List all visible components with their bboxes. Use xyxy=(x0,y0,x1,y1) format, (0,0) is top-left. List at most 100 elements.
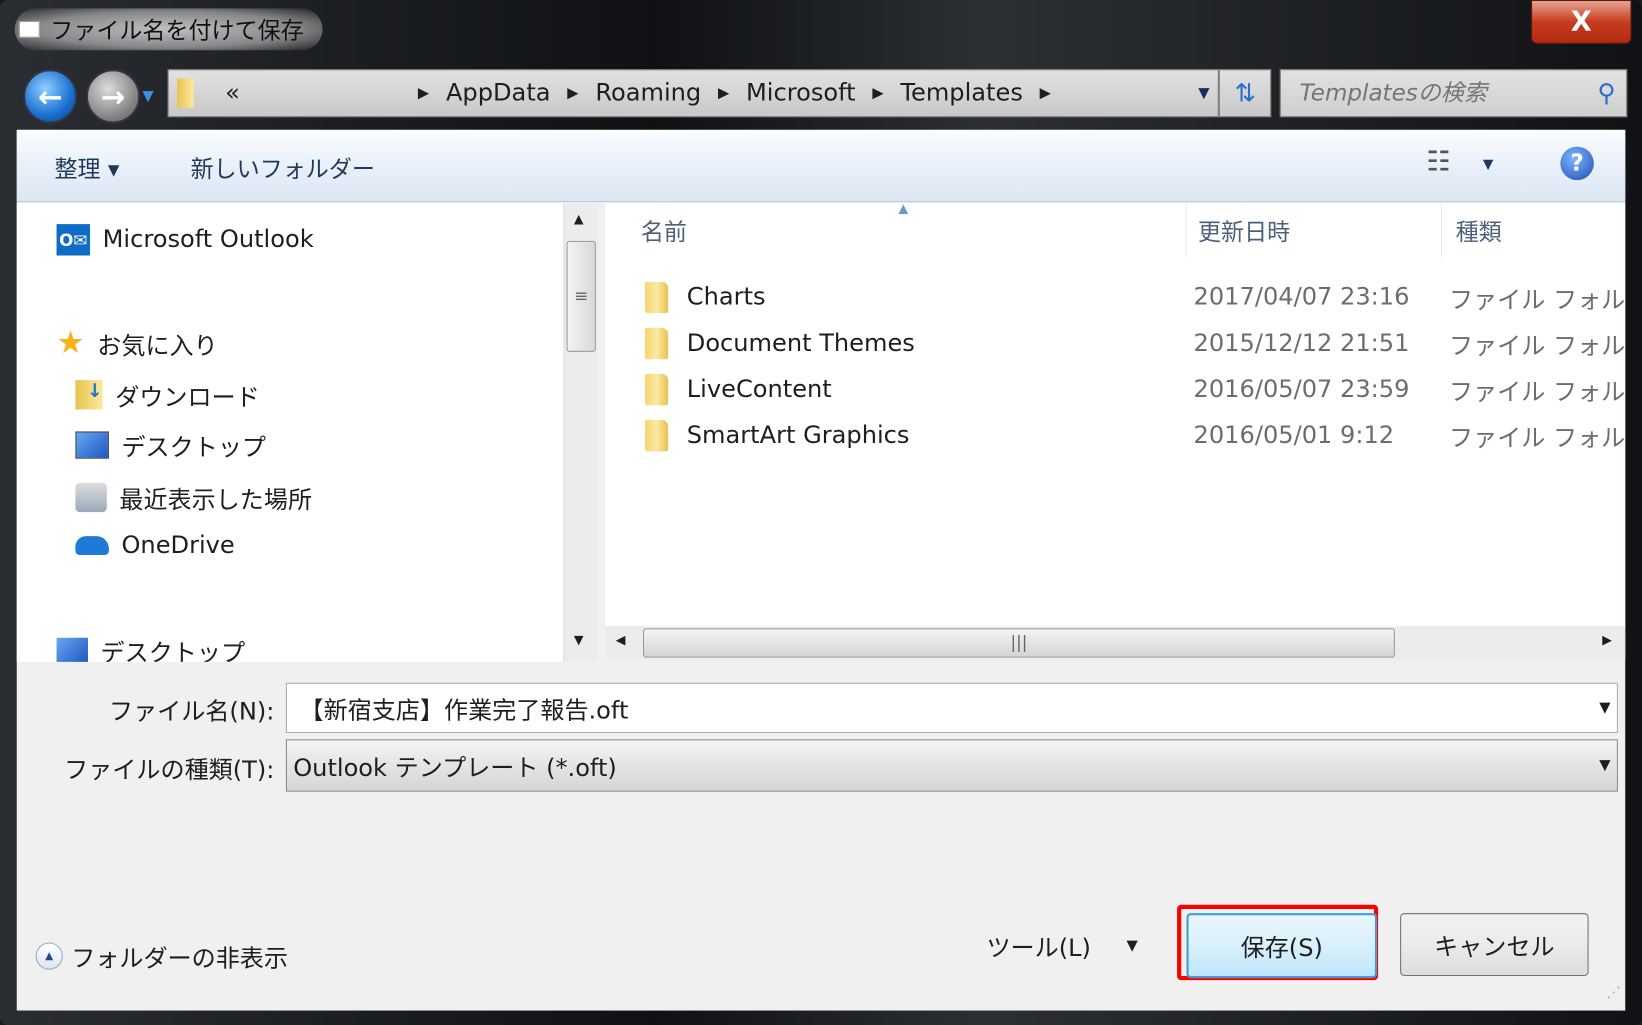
scroll-thumb[interactable]: ||| xyxy=(642,628,1395,658)
toolbar: 整理 ▾ 新しいフォルダー ☷ ▼ ? xyxy=(16,129,1626,203)
nav-item-recent-places[interactable]: 最近表示した場所 xyxy=(75,480,312,516)
recent-places-icon xyxy=(75,482,107,513)
folder-icon xyxy=(176,78,194,108)
chevron-right-icon[interactable]: ▶ xyxy=(718,85,729,102)
nav-item-favorites[interactable]: ★ お気に入り xyxy=(57,325,218,362)
file-name: SmartArt Graphics xyxy=(686,422,910,450)
back-button[interactable]: ← xyxy=(23,69,78,124)
chevron-right-icon[interactable]: ▶ xyxy=(418,85,429,102)
nav-item-label: お気に入り xyxy=(97,332,218,360)
file-name: LiveContent xyxy=(686,375,832,404)
nav-item-desktop-root[interactable]: デスクトップ xyxy=(56,633,246,662)
filetype-dropdown-icon[interactable]: ▼ xyxy=(1599,757,1610,774)
help-icon[interactable]: ? xyxy=(1560,146,1594,181)
folder-icon xyxy=(645,419,668,452)
breadcrumb-appdata[interactable]: AppData xyxy=(446,80,551,107)
breadcrumb-roaming[interactable]: Roaming xyxy=(595,80,701,107)
file-date: 2015/12/12 21:51 xyxy=(1193,329,1410,358)
desktop-icon xyxy=(56,637,88,662)
file-date: 2017/04/07 23:16 xyxy=(1193,283,1410,312)
file-type: ファイル フォル xyxy=(1448,425,1626,453)
nav-item-outlook[interactable]: O✉ Microsoft Outlook xyxy=(56,224,314,256)
nav-item-desktop[interactable]: デスクトップ xyxy=(75,427,266,463)
column-header-type[interactable]: 種類 xyxy=(1441,203,1625,257)
folder-icon xyxy=(645,373,668,406)
scroll-left-icon[interactable]: ◀ xyxy=(616,633,626,648)
scroll-up-icon[interactable]: ▲ xyxy=(574,212,584,227)
chevron-right-icon[interactable]: ▶ xyxy=(872,85,883,102)
hide-folders-toggle[interactable]: ▲ フォルダーの非表示 xyxy=(35,938,288,974)
resize-grip[interactable]: ⋰ xyxy=(1606,984,1621,1001)
nav-item-label: デスクトップ xyxy=(121,434,266,462)
file-row[interactable]: SmartArt Graphics 2016/05/01 9:12 ファイル フォル xyxy=(605,413,1625,459)
filename-dropdown-icon[interactable]: ▼ xyxy=(1599,700,1610,717)
dialog-icon xyxy=(18,20,40,38)
forward-button[interactable]: → xyxy=(85,69,141,124)
view-dropdown-icon[interactable]: ▼ xyxy=(1483,157,1493,173)
search-input[interactable] xyxy=(1297,79,1585,108)
new-folder-button[interactable]: 新しいフォルダー xyxy=(191,151,375,185)
file-name: Document Themes xyxy=(686,329,915,358)
filetype-label: ファイルの種類(T): xyxy=(64,757,275,785)
file-name: Charts xyxy=(686,283,766,312)
folder-icon xyxy=(645,327,668,360)
column-header-name[interactable]: 名前 xyxy=(605,203,1187,258)
nav-item-downloads[interactable]: ↓ ダウンロード xyxy=(75,377,260,413)
breadcrumb-templates[interactable]: Templates xyxy=(900,80,1022,107)
save-button[interactable]: 保存(S) xyxy=(1186,913,1378,979)
nav-item-label: デスクトップ xyxy=(100,639,246,662)
search-box[interactable]: ⚲ xyxy=(1279,69,1628,118)
list-horizontal-scrollbar[interactable]: ◀ ||| ▶ xyxy=(605,626,1626,660)
filetype-select[interactable]: Outlook テンプレート (*.oft) ▼ xyxy=(285,739,1618,792)
refresh-button[interactable]: ⇅ xyxy=(1218,69,1272,118)
breadcrumb-overflow[interactable]: « xyxy=(225,80,240,107)
nav-item-label: OneDrive xyxy=(121,531,235,560)
breadcrumb-microsoft[interactable]: Microsoft xyxy=(746,80,856,107)
tools-button[interactable]: ツール(L) ▼ xyxy=(986,928,1137,964)
scroll-thumb[interactable]: ≡ xyxy=(566,240,596,352)
window-title: ファイル名を付けて保存 xyxy=(50,18,304,46)
nav-item-label: ダウンロード xyxy=(115,384,260,412)
file-row[interactable]: LiveContent 2016/05/07 23:59 ファイル フォル xyxy=(605,367,1625,413)
scroll-right-icon[interactable]: ▶ xyxy=(1602,633,1612,648)
address-dropdown-icon[interactable]: ▼ xyxy=(1198,85,1209,102)
outlook-icon: O✉ xyxy=(56,224,91,256)
organize-button[interactable]: 整理 ▾ xyxy=(54,151,119,185)
history-dropdown-icon[interactable]: ▼ xyxy=(142,88,153,105)
desktop-icon xyxy=(75,431,109,459)
chevron-right-icon[interactable]: ▶ xyxy=(567,85,578,102)
scroll-down-icon[interactable]: ▼ xyxy=(574,633,584,648)
file-date: 2016/05/01 9:12 xyxy=(1193,422,1395,450)
view-options-icon[interactable]: ☷ xyxy=(1426,147,1450,178)
filename-value: 【新宿支店】作業完了報告.oft xyxy=(299,697,629,725)
tools-label: ツール(L) xyxy=(986,935,1091,963)
search-icon[interactable]: ⚲ xyxy=(1597,79,1615,108)
column-label: 名前 xyxy=(640,219,687,247)
nav-item-label: Microsoft Outlook xyxy=(102,226,314,254)
file-type: ファイル フォル xyxy=(1448,333,1626,361)
column-label: 種類 xyxy=(1455,219,1502,247)
column-header-date[interactable]: 更新日時 xyxy=(1185,203,1442,258)
hide-folders-label: フォルダーの非表示 xyxy=(71,945,288,973)
folder-icon xyxy=(645,281,668,314)
nav-vertical-scrollbar[interactable]: ▲ ≡ ▼ xyxy=(563,203,598,662)
filename-input[interactable]: 【新宿支店】作業完了報告.oft ▼ xyxy=(285,682,1618,734)
nav-item-onedrive[interactable]: OneDrive xyxy=(75,531,235,560)
star-icon: ★ xyxy=(56,324,85,362)
chevron-right-icon[interactable]: ▶ xyxy=(1040,85,1051,102)
cancel-button[interactable]: キャンセル xyxy=(1400,913,1589,976)
file-row[interactable]: Document Themes 2015/12/12 21:51 ファイル フォル xyxy=(605,320,1625,366)
chevron-up-icon: ▲ xyxy=(35,942,63,970)
navigation-pane: O✉ Microsoft Outlook ★ お気に入り ↓ ダウンロード デス… xyxy=(16,203,564,662)
filetype-value: Outlook テンプレート (*.oft) xyxy=(293,755,617,783)
arrow-right-icon: → xyxy=(100,79,126,114)
file-date: 2016/05/07 23:59 xyxy=(1193,375,1410,404)
close-button[interactable]: X xyxy=(1531,0,1632,44)
title-bar: ファイル名を付けて保存 xyxy=(14,8,323,51)
file-type: ファイル フォル xyxy=(1448,286,1626,315)
arrow-left-icon: ← xyxy=(37,79,63,114)
refresh-icon: ⇅ xyxy=(1234,78,1256,108)
file-row[interactable]: Charts 2017/04/07 23:16 ファイル フォル xyxy=(605,274,1625,320)
address-bar[interactable]: « ▶ AppData ▶ Roaming ▶ Microsoft ▶ Temp… xyxy=(167,69,1219,118)
file-type: ファイル フォル xyxy=(1448,379,1626,407)
